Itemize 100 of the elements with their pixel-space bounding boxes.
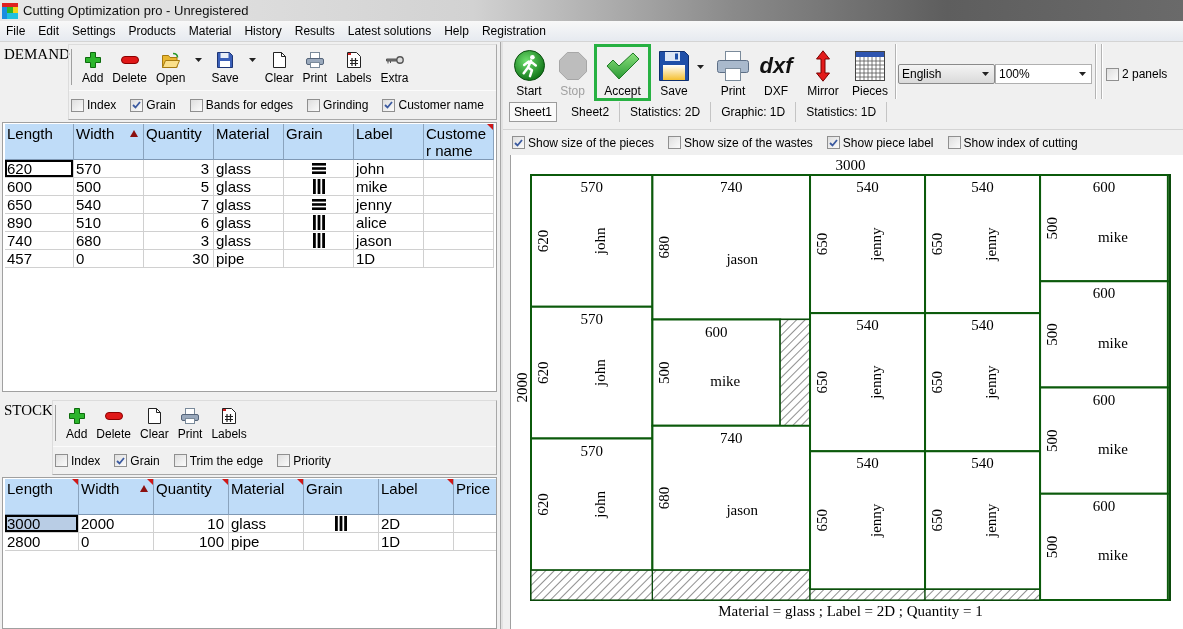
checkbox[interactable] [382,98,396,112]
table-cell: 457 [5,250,74,268]
tab[interactable]: Statistics: 2D [620,102,712,122]
accept-button[interactable]: Accept [594,44,651,101]
checkbox[interactable] [307,98,321,112]
sort-arrow-icon [130,130,138,137]
cut-piece[interactable] [1039,280,1169,389]
table-cell: 740 [5,232,74,250]
tab[interactable]: Graphic: 1D [711,102,797,122]
piece-dimension: 680 [656,236,673,259]
checkbox[interactable] [173,454,187,467]
cut-piece[interactable] [1039,492,1169,601]
cut-piece[interactable] [809,312,927,453]
checkbox[interactable] [947,136,961,149]
column-header[interactable]: Width [74,124,144,160]
piece-dimension: 650 [929,370,946,394]
tab[interactable]: Sheet2 [561,102,621,122]
labels-button[interactable]: Labels [207,405,251,443]
cut-piece[interactable] [809,450,927,591]
checkbox[interactable] [55,454,68,467]
save-button[interactable]: Save [207,49,260,87]
cut-piece[interactable] [924,450,1042,591]
column-header[interactable]: Grain [284,124,354,160]
cut-piece[interactable] [530,437,654,572]
caret-icon [248,58,256,62]
delete-button[interactable]: Delete [108,49,152,87]
column-header[interactable]: Length [5,479,79,515]
menu-item[interactable]: Help [438,23,475,39]
column-header[interactable]: Material [214,124,284,160]
cut-piece[interactable] [809,174,927,315]
pieces-button[interactable]: Pieces [848,44,892,101]
add-button[interactable]: Add [78,49,108,87]
dxf-button[interactable]: dxf DXF [754,44,798,101]
minus-icon [120,56,139,64]
column-header[interactable]: Price [454,479,496,515]
menu-item[interactable]: Products [122,23,182,39]
column-header[interactable]: Width [79,479,154,515]
piece-label: john [592,491,609,518]
menu-item[interactable]: Results [288,23,341,39]
section-title: DEMAND [4,46,70,62]
delete-button[interactable]: Delete [92,405,136,443]
menu-item[interactable]: Edit [32,23,66,39]
cut-piece[interactable] [651,318,782,427]
open-button[interactable]: Open [152,49,207,87]
caret-icon [697,65,704,69]
cut-piece[interactable] [924,174,1042,315]
language-select[interactable]: English [898,64,995,84]
cut-piece[interactable] [530,174,654,308]
cut-piece[interactable] [1039,174,1169,283]
checkbox-label: Show size of the pieces [528,135,655,150]
piece-dimension: 500 [1044,429,1061,452]
checkbox[interactable] [512,136,525,149]
mirror-button[interactable]: Mirror [798,44,848,101]
horizontal-lines-icon [311,199,326,210]
print-button[interactable]: Print [298,49,332,87]
add-button[interactable]: Add [62,405,92,443]
checkbox[interactable] [71,98,84,112]
piece-label: mike [710,373,741,390]
cut-piece[interactable] [530,305,654,440]
caret-icon [195,58,203,62]
cut-piece[interactable] [651,424,812,572]
start-button[interactable]: Start [507,44,551,101]
menu-item[interactable]: History [238,23,288,39]
print-button[interactable]: Print [173,405,207,443]
checkbox[interactable] [1106,67,1119,81]
checkbox[interactable] [130,98,144,112]
cut-piece[interactable] [924,312,1042,453]
cut-piece[interactable] [1039,386,1169,495]
clear-button[interactable]: Clear [136,405,173,443]
column-header[interactable]: Label [379,479,454,515]
menu-item[interactable]: File [0,23,32,39]
column-header[interactable]: Grain [304,479,379,515]
checkbox[interactable] [668,136,682,149]
checkbox[interactable] [189,98,203,112]
menu-item[interactable]: Settings [66,23,122,39]
extra-button[interactable]: Extra [376,49,413,87]
column-header[interactable]: Length [5,124,74,160]
table-cell: pipe [229,533,304,551]
menu-item[interactable]: Material [182,23,238,39]
column-header[interactable]: Quantity [144,124,214,160]
piece-label: jenny [867,503,884,537]
column-header[interactable]: Quantity [154,479,229,515]
piece-dimension: 540 [971,317,994,334]
table-cell: 0 [79,533,154,551]
checkbox[interactable] [114,454,128,467]
checkbox[interactable] [826,136,840,149]
tab[interactable]: Sheet1 [509,102,558,122]
cut-piece[interactable] [651,174,812,321]
print-button[interactable]: Print [712,44,754,101]
save-button[interactable]: Save [651,44,712,101]
menu-item[interactable]: Registration [475,23,552,39]
column-header[interactable]: Label [354,124,424,160]
labels-button[interactable]: Labels [332,49,376,87]
column-header[interactable]: Material [229,479,304,515]
column-header[interactable]: Customer name [424,124,494,160]
zoom-combobox[interactable]: 100% [995,64,1092,84]
clear-button[interactable]: Clear [260,49,298,87]
tab[interactable]: Statistics: 1D [796,102,888,122]
menu-item[interactable]: Latest solutions [341,23,438,39]
checkbox[interactable] [277,454,291,467]
